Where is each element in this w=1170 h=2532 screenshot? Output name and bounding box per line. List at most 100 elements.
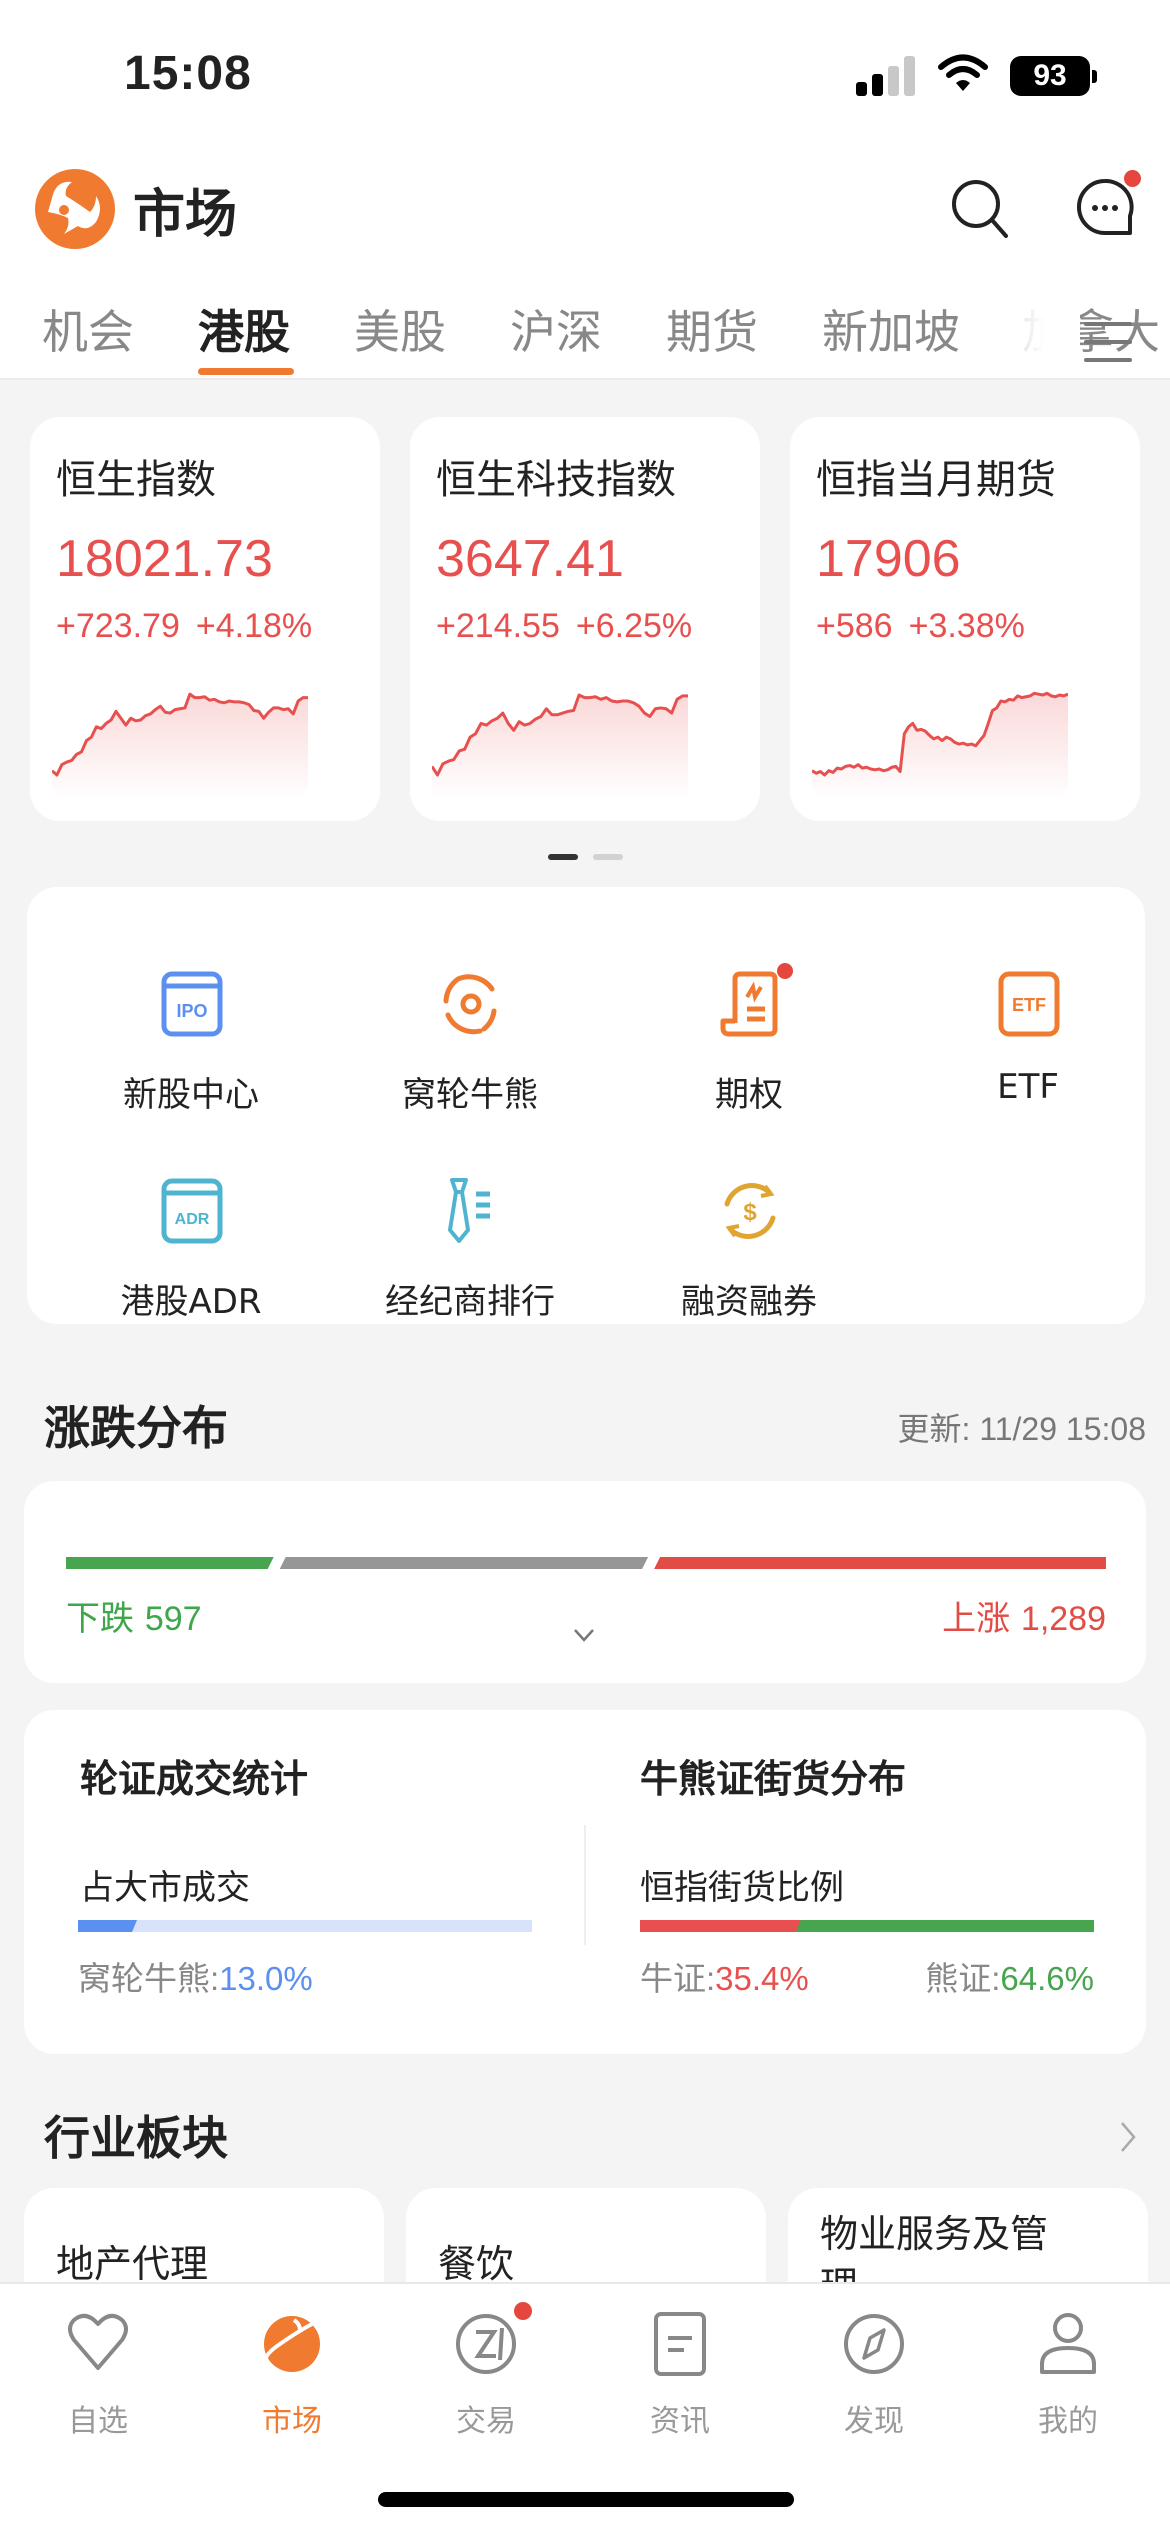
index-change-value: +723.79: [56, 607, 180, 645]
index-change: +723.79 +4.18%: [56, 607, 312, 646]
distribution-card[interactable]: 下跌 597 上涨 1,289: [24, 1481, 1146, 1683]
bear-label: 熊证:: [925, 1960, 1001, 1997]
index-change-value: +586: [816, 607, 893, 645]
status-time: 15:08: [124, 47, 252, 100]
cbbc-ratio-bar: [640, 1920, 1094, 1932]
bull-label: 牛证:: [640, 1960, 716, 1997]
tab-hk-stocks[interactable]: 港股: [198, 296, 290, 362]
index-change-value: +214.55: [436, 607, 560, 645]
index-card[interactable]: 恒指当月期货 17906 +586 +3.38%: [790, 417, 1140, 821]
tabbar-market[interactable]: 市场: [222, 2308, 362, 2448]
tabbar-trade[interactable]: 交易: [416, 2302, 556, 2448]
warrant-icon: [443, 974, 497, 1035]
index-change: +214.55 +6.25%: [436, 607, 692, 646]
index-change: +586 +3.38%: [816, 607, 1025, 646]
index-price: 18021.73: [56, 530, 273, 588]
sectors-title: 行业板块: [44, 2111, 228, 2165]
bull-value: 35.4%: [715, 1960, 809, 1997]
tabbar-watchlist[interactable]: 自选: [28, 2308, 168, 2448]
index-price: 17906: [816, 530, 961, 588]
distribution-bar: [66, 1557, 1106, 1569]
market-tabs: 机会 港股 美股 沪深 期货 新加坡 加拿大: [0, 290, 1170, 380]
tabbar-news[interactable]: 资讯: [610, 2308, 750, 2448]
divider: [584, 1825, 586, 1945]
app-logo-icon: [35, 169, 115, 249]
bear-ratio-text: 熊证:64.6%: [925, 1952, 1094, 2000]
svg-text:ADR: ADR: [175, 1211, 210, 1228]
quick-item-etf[interactable]: ETF ETF: [908, 971, 1148, 1151]
svg-text:$: $: [743, 1199, 757, 1226]
index-name: 恒生科技指数: [436, 457, 676, 503]
warrant-share-label: 窝轮牛熊:: [78, 1960, 220, 1997]
chevron-down-icon[interactable]: [572, 1627, 596, 1643]
distribution-title: 涨跌分布: [44, 1401, 228, 1455]
tabbar-profile[interactable]: 我的: [998, 2308, 1138, 2448]
svg-text:IPO: IPO: [176, 1001, 207, 1021]
quick-item-label: ETF: [997, 1067, 1059, 1107]
message-badge: [1124, 170, 1141, 187]
home-indicator: [378, 2492, 794, 2507]
pager-dot-active[interactable]: [548, 854, 578, 860]
tabbar-discover[interactable]: 发现: [804, 2308, 944, 2448]
quick-item-label: 新股中心: [123, 1075, 259, 1115]
warrant-share-value: 13.0%: [219, 1960, 313, 1997]
tab-us-stocks[interactable]: 美股: [354, 296, 446, 362]
cbbc-distribution-subtitle: 恒指街货比例: [640, 1868, 844, 1908]
tab-menu-icon[interactable]: [1084, 320, 1134, 362]
active-tab-indicator: [198, 368, 294, 375]
up-value: 1,289: [1020, 1600, 1106, 1638]
index-card[interactable]: 恒生科技指数 3647.41 +214.55 +6.25%: [410, 417, 760, 821]
bar-segment-down: [66, 1557, 274, 1569]
quick-item-label: 融资融券: [681, 1282, 817, 1322]
warrant-stats-card: 轮证成交统计 占大市成交 窝轮牛熊:13.0% 牛熊证街货分布 恒指街货比例 牛…: [24, 1710, 1146, 2054]
tab-a-shares[interactable]: 沪深: [510, 296, 602, 362]
pager-dot[interactable]: [593, 854, 623, 860]
wifi-icon: [938, 54, 988, 91]
bull-ratio-fill: [640, 1920, 801, 1932]
bar-segment-flat: [280, 1557, 648, 1569]
sparkline-area: [812, 693, 1068, 799]
warrant-turnover-subtitle: 占大市成交: [80, 1868, 250, 1908]
page-title: 市场: [133, 185, 238, 245]
sparkline-chart: [812, 691, 1068, 799]
etf-icon: ETF: [998, 971, 1060, 1037]
cbbc-distribution-title[interactable]: 牛熊证街货分布: [640, 1748, 906, 1803]
sparkline-chart: [52, 692, 308, 799]
down-value: 597: [144, 1600, 202, 1638]
index-card[interactable]: 恒生指数 18021.73 +723.79 +4.18%: [30, 417, 380, 821]
quick-item-label: 窝轮牛熊: [402, 1075, 538, 1115]
quick-item-ipo-center[interactable]: IPO 新股中心: [71, 971, 311, 1151]
heart-icon: [68, 2313, 128, 2370]
index-change-pct: +6.25%: [575, 607, 693, 645]
ipo-icon: IPO: [161, 971, 223, 1037]
trade-badge: [514, 2302, 532, 2320]
quick-access-grid: IPO 新股中心 窝轮牛熊 期权 ETF ETF ADR 港股ADR 经纪商排行…: [27, 887, 1145, 1324]
tab-scroll-fade: [1000, 290, 1080, 374]
quick-item-hk-adr[interactable]: ADR 港股ADR: [71, 1178, 311, 1358]
index-name: 恒生指数: [56, 457, 216, 503]
battery-tip: [1092, 70, 1097, 83]
index-name: 恒指当月期货: [816, 457, 1056, 503]
tabbar-label: 发现: [844, 2404, 904, 2439]
tabbar-label: 我的: [1038, 2404, 1098, 2439]
quick-item-options[interactable]: 期权: [629, 963, 869, 1151]
adr-icon: ADR: [161, 1178, 223, 1244]
chevron-right-icon[interactable]: [1118, 2120, 1138, 2154]
quick-item-broker-ranking[interactable]: 经纪商排行: [350, 1178, 590, 1358]
bull-ratio-text: 牛证:35.4%: [640, 1952, 809, 2000]
tabbar-label: 市场: [262, 2404, 322, 2439]
tab-opportunity[interactable]: 机会: [42, 296, 134, 362]
distribution-updated: 更新: 11/29 15:08: [897, 1411, 1146, 1447]
index-change-pct: +3.38%: [908, 607, 1025, 645]
search-icon[interactable]: [950, 178, 1010, 238]
tabbar-label: 交易: [456, 2404, 516, 2439]
tab-singapore[interactable]: 新加坡: [822, 296, 960, 362]
warrant-turnover-title[interactable]: 轮证成交统计: [80, 1748, 308, 1803]
quick-item-label: 经纪商排行: [385, 1282, 555, 1322]
cellular-signal-icon: [856, 56, 918, 96]
quick-item-margin-trading[interactable]: $ 融资融券: [629, 1178, 869, 1358]
margin-dollar-icon: $: [724, 1183, 776, 1239]
tab-futures[interactable]: 期货: [666, 296, 758, 362]
news-icon: [654, 2312, 706, 2376]
quick-item-warrants[interactable]: 窝轮牛熊: [350, 971, 590, 1151]
